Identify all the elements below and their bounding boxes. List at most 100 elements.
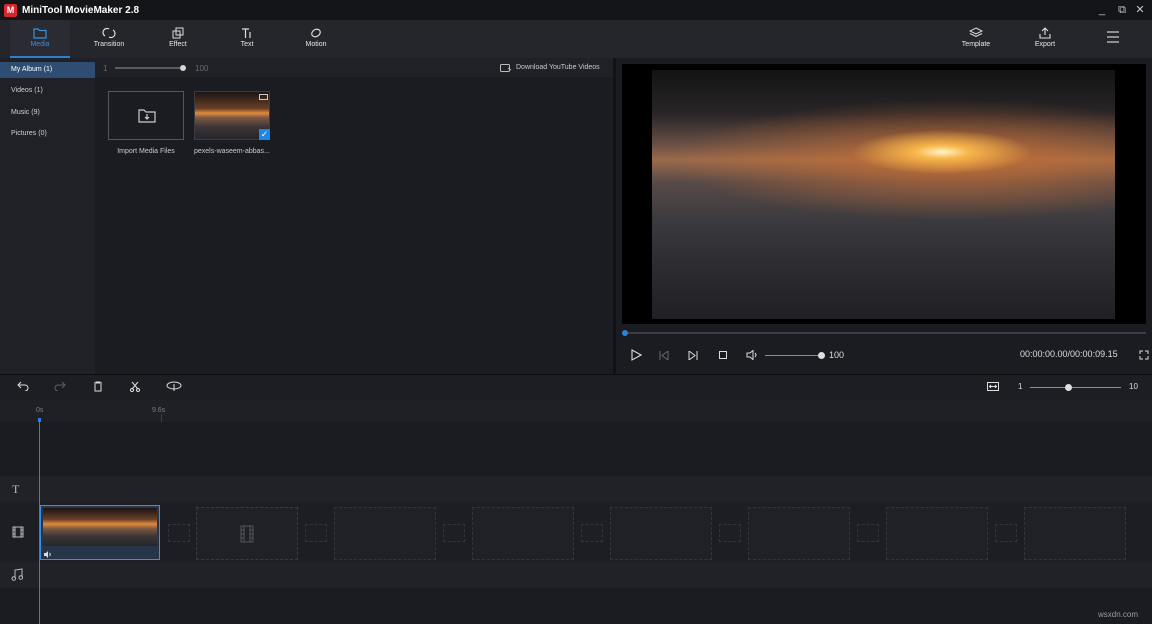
close-button[interactable]: ✕ (1128, 0, 1152, 20)
transition-slot[interactable] (581, 524, 603, 542)
tab-effect[interactable]: Effect (148, 20, 208, 58)
prev-frame-icon[interactable] (659, 351, 669, 360)
clip-thumbnail (43, 508, 157, 546)
empty-track (0, 422, 1152, 476)
split-icon[interactable] (130, 381, 140, 392)
export-icon (1038, 27, 1052, 39)
ruler-tick (161, 414, 162, 422)
clip-placeholder[interactable] (886, 507, 988, 560)
title-bar: M MiniTool MovieMaker 2.8 _ ⧉ ✕ (0, 0, 1152, 20)
video-thumbnail[interactable]: ✓ (194, 91, 270, 140)
tab-motion[interactable]: Motion (286, 20, 346, 58)
music-track[interactable] (0, 562, 1152, 588)
tab-motion-label: Motion (305, 41, 326, 48)
sidebar-item-pictures[interactable]: Pictures (0) (0, 126, 95, 142)
sidebar-item-count: (0) (38, 130, 47, 137)
stop-icon[interactable] (719, 351, 727, 359)
tab-effect-label: Effect (169, 41, 187, 48)
ruler-tick-label: 0s (36, 407, 43, 414)
timeline-zoom-handle[interactable] (1065, 384, 1072, 391)
timeline-zoom-slider[interactable] (1030, 387, 1121, 388)
clip-placeholder[interactable] (610, 507, 712, 560)
tab-media-label: Media (30, 41, 49, 48)
template-label: Template (962, 41, 990, 48)
thumbnail-zoom-handle[interactable] (180, 65, 186, 71)
import-folder-icon (138, 107, 156, 123)
text-icon (240, 27, 254, 39)
sidebar-item-videos[interactable]: Videos (1) (0, 83, 95, 99)
app-title: MiniTool MovieMaker 2.8 (22, 5, 139, 16)
folder-icon (33, 27, 47, 39)
video-frame (652, 70, 1115, 319)
empty-track-bottom (0, 588, 1152, 624)
sidebar-item-label: My Album (11, 66, 42, 73)
redo-icon[interactable] (54, 381, 66, 391)
text-track[interactable]: T (0, 476, 1152, 502)
next-frame-icon[interactable] (688, 351, 698, 360)
zoom-min-label: 1 (103, 64, 107, 73)
transition-slot[interactable] (719, 524, 741, 542)
thumbnail-zoom-slider[interactable] (115, 67, 183, 69)
tab-text[interactable]: Text (217, 20, 277, 58)
sidebar-item-my-album[interactable]: My Album (1) (0, 62, 95, 78)
tab-media[interactable]: Media (10, 20, 70, 58)
video-track[interactable] (0, 502, 1152, 562)
preview-screen (622, 64, 1146, 324)
download-youtube-label: Download YouTube Videos (516, 64, 600, 71)
fit-timeline-icon[interactable] (987, 382, 999, 391)
volume-value: 100 (829, 350, 844, 360)
transition-slot[interactable] (995, 524, 1017, 542)
play-icon[interactable] (630, 349, 642, 361)
film-icon (12, 526, 24, 538)
menu-icon[interactable] (1106, 31, 1120, 45)
tab-transition[interactable]: Transition (79, 20, 139, 58)
video-file-label: pexels-waseem-abbas... (194, 148, 276, 155)
clip-placeholder[interactable] (196, 507, 298, 560)
volume-icon[interactable] (746, 350, 758, 360)
tab-text-label: Text (241, 41, 254, 48)
clip-placeholder[interactable] (748, 507, 850, 560)
clip-placeholder[interactable] (1024, 507, 1126, 560)
transition-icon (102, 27, 116, 39)
app-logo: M (4, 4, 17, 17)
sidebar-item-count: (9) (31, 109, 40, 116)
clip-audio-icon[interactable] (44, 551, 52, 558)
clip-placeholder[interactable] (334, 507, 436, 560)
crop-icon[interactable] (166, 381, 182, 392)
transition-slot[interactable] (443, 524, 465, 542)
media-sidebar: My Album (1) Videos (1) Music (9) Pictur… (0, 58, 95, 374)
sidebar-item-label: Videos (11, 87, 32, 94)
transition-slot[interactable] (168, 524, 190, 542)
tab-transition-label: Transition (94, 41, 124, 48)
transition-slot[interactable] (305, 524, 327, 542)
template-button[interactable]: Template (946, 20, 1006, 58)
playback-progress-bar[interactable] (622, 332, 1146, 334)
import-media-label: Import Media Files (105, 148, 187, 155)
motion-icon (309, 27, 323, 39)
selected-check-icon[interactable]: ✓ (259, 129, 270, 140)
sidebar-item-music[interactable]: Music (9) (0, 105, 95, 121)
clip-placeholder[interactable] (472, 507, 574, 560)
import-media-tile[interactable] (108, 91, 184, 140)
export-label: Export (1035, 41, 1055, 48)
timeline-toolbar: 1 10 (0, 374, 1152, 400)
sidebar-item-label: Music (11, 109, 29, 116)
undo-icon[interactable] (17, 381, 29, 391)
fullscreen-icon[interactable] (1139, 350, 1149, 360)
effect-icon (171, 27, 185, 39)
export-button[interactable]: Export (1015, 20, 1075, 58)
media-toolbar: 1 100 Download YouTube Videos (95, 58, 613, 77)
delete-icon[interactable] (93, 381, 103, 392)
download-youtube-button[interactable]: Download YouTube Videos (500, 63, 612, 73)
preview-panel: 100 00:00:00.00/00:00:09.15 (616, 58, 1152, 374)
video-clip[interactable] (40, 505, 160, 560)
timeline-ruler: 0s 9.6s (0, 400, 1152, 422)
volume-slider[interactable] (765, 355, 821, 356)
playback-progress-handle[interactable] (622, 330, 628, 336)
volume-handle[interactable] (818, 352, 825, 359)
transition-slot[interactable] (857, 524, 879, 542)
playhead[interactable] (39, 418, 40, 624)
download-icon (500, 63, 512, 73)
video-type-icon (259, 94, 268, 100)
media-library-panel: 1 100 Download YouTube Videos Import Med… (95, 58, 613, 374)
